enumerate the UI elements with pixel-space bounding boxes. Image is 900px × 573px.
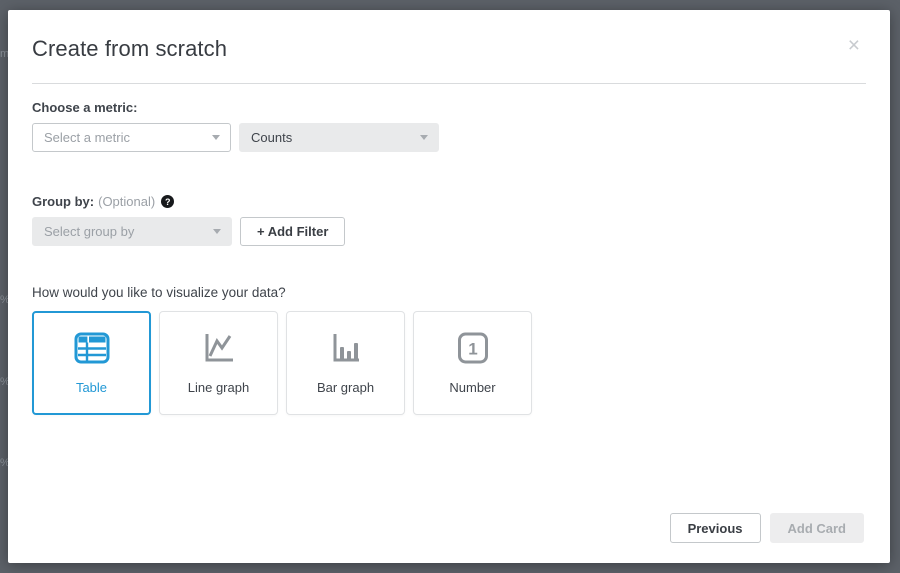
optional-label: (Optional): [98, 194, 155, 209]
line-graph-icon: [201, 332, 237, 369]
chevron-down-icon: [212, 135, 220, 140]
screen-backdrop: m % % % Create from scratch × Choose a m…: [0, 0, 900, 573]
help-icon[interactable]: ?: [161, 195, 174, 208]
metric-select-placeholder: Select a metric: [44, 130, 130, 145]
modal-footer: Previous Add Card: [670, 513, 864, 543]
viz-option-line-graph[interactable]: Line graph: [159, 311, 278, 415]
viz-option-bar-graph[interactable]: Bar graph: [286, 311, 405, 415]
modal-title: Create from scratch: [32, 36, 866, 62]
backdrop-text-fragment: m: [0, 48, 8, 60]
table-icon: [74, 332, 110, 369]
title-divider: [32, 83, 866, 84]
viz-option-table[interactable]: Table: [32, 311, 151, 415]
visualization-options: Table Line graph: [32, 311, 866, 415]
viz-option-label: Number: [449, 380, 495, 395]
backdrop-text-fragment: %: [0, 457, 8, 469]
visualize-question: How would you like to visualize your dat…: [32, 285, 866, 300]
svg-text:1: 1: [468, 339, 477, 358]
group-by-select[interactable]: Select group by: [32, 217, 232, 246]
viz-option-label: Bar graph: [317, 380, 374, 395]
viz-option-label: Line graph: [188, 380, 249, 395]
previous-button[interactable]: Previous: [670, 513, 761, 543]
group-by-label: Group by: (Optional) ?: [32, 194, 866, 209]
viz-option-label: Table: [76, 380, 107, 395]
number-icon: 1: [456, 332, 490, 369]
metric-select[interactable]: Select a metric: [32, 123, 231, 152]
metric-controls-row: Select a metric Counts: [32, 123, 866, 152]
close-icon[interactable]: ×: [848, 36, 860, 56]
backdrop-text-fragment: %: [0, 376, 8, 388]
chevron-down-icon: [420, 135, 428, 140]
chevron-down-icon: [213, 229, 221, 234]
add-card-button[interactable]: Add Card: [770, 513, 865, 543]
group-controls-row: Select group by + Add Filter: [32, 217, 866, 246]
create-from-scratch-modal: Create from scratch × Choose a metric: S…: [8, 10, 890, 563]
viz-option-number[interactable]: 1 Number: [413, 311, 532, 415]
bar-graph-icon: [328, 332, 364, 369]
group-by-select-placeholder: Select group by: [44, 224, 134, 239]
choose-metric-label: Choose a metric:: [32, 100, 866, 115]
aggregation-select[interactable]: Counts: [239, 123, 439, 152]
backdrop-text-fragment: %: [0, 294, 8, 306]
add-filter-button[interactable]: + Add Filter: [240, 217, 345, 246]
aggregation-select-value: Counts: [251, 130, 292, 145]
